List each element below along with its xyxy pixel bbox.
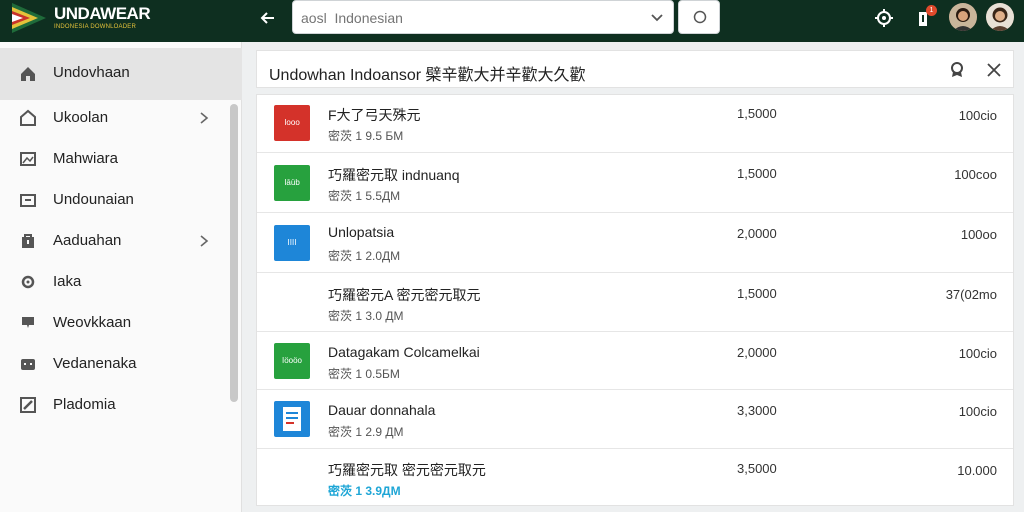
panel-title: Undowhan Indoansor 檗辛歡大并辛歡大久歡 (269, 67, 586, 84)
sidebar-item-label: Undovhaan (53, 64, 130, 81)
search-input[interactable] (301, 8, 631, 28)
sidebar-item-4[interactable]: Aaduahan (0, 221, 230, 261)
sidebar-item-7[interactable]: Vedanenaka (0, 344, 230, 384)
back-button[interactable] (254, 6, 282, 30)
file-percent: 10.000 (957, 463, 997, 478)
file-value: 3,5000 (737, 461, 777, 476)
sidebar-item-label: Weovkkaan (53, 314, 132, 331)
sidebar-item-6[interactable]: Weovkkaan (0, 303, 230, 343)
bag-icon (22, 234, 34, 248)
sidebar-item-label: Aaduahan (53, 232, 122, 249)
avatar[interactable] (949, 3, 977, 31)
chevron-right-icon (200, 112, 209, 124)
edit-icon (20, 397, 36, 413)
list-item[interactable]: IIII Unlopatsia 密茨 1 2.0ДM 2,0000 100oo (257, 213, 1013, 273)
file-name: 巧羅密元A 密元密元取元 (328, 287, 481, 303)
search-box[interactable] (292, 0, 674, 34)
list-item[interactable]: 巧羅密元A 密元密元取元 密茨 1 3.0 ДM 1,5000 37(02mo (257, 273, 1013, 332)
gear-icon (21, 275, 35, 289)
sidebar-item-label: Undounaian (53, 191, 134, 208)
file-value: 1,5000 (737, 166, 777, 181)
download-list: Iooo F大了弓天殊元 密茨 1 9.5 БM 1,5000 100cio I… (256, 94, 1014, 506)
file-size: 密茨 1 5.5ДM (328, 189, 401, 203)
list-item[interactable]: Iāüb 巧羅密元取 indnuanq 密茨 1 5.5ДM 1,5000 10… (257, 153, 1013, 213)
search-button[interactable] (678, 0, 720, 34)
file-name: Unlopatsia (328, 224, 395, 240)
close-icon[interactable] (984, 60, 1004, 80)
top-bar: UNDAWEAR INDONESIA DOWNLOADER 1 (0, 0, 1024, 42)
gear-icon[interactable] (872, 6, 896, 30)
sidebar-item-label: Mahwiara (53, 150, 119, 167)
home-icon (21, 67, 35, 81)
panel-header: Undowhan Indoansor 檗辛歡大并辛歡大久歡 (256, 50, 1014, 88)
sidebar-item-0[interactable]: Undovhaan (0, 48, 242, 100)
image-icon (20, 152, 36, 166)
file-percent: 100oo (960, 227, 997, 242)
file-size: 密茨 1 9.5 БM (328, 129, 404, 143)
user-avatar-icon (949, 3, 977, 31)
file-name: 巧羅密元取 密元密元取元 (328, 462, 486, 478)
chevron-down-icon[interactable] (649, 9, 665, 25)
file-value: 1,5000 (737, 106, 777, 121)
sidebar-item-label: Ukoolan (53, 109, 109, 126)
list-item[interactable]: Dauar donnahala 密茨 1 2.9 ДM 3,3000 100ci… (257, 390, 1013, 449)
document-icon-graphic (283, 407, 301, 431)
circle-search-icon (693, 10, 707, 24)
app-logo-subtitle: INDONESIA DOWNLOADER (54, 24, 137, 30)
user-avatar-icon (986, 3, 1014, 31)
house-arrow-icon (20, 109, 36, 126)
sidebar-item-5[interactable]: Iaka (0, 262, 230, 302)
sidebar-item-1[interactable]: Ukoolan (0, 98, 230, 138)
app-logo-text: UNDAWEAR (54, 4, 151, 23)
sidebar-item-8[interactable]: Pladomia (0, 385, 230, 425)
file-name: 巧羅密元取 indnuanq (328, 167, 460, 183)
archive-icon (21, 359, 35, 370)
file-size: 密茨 1 2.9 ДM (328, 425, 404, 439)
file-thumbnail: IIII (274, 225, 310, 261)
file-thumbnail: Iooo (274, 105, 310, 141)
file-size: 密茨 1 3.0 ДM (328, 309, 404, 323)
file-percent: 100соо (954, 167, 997, 182)
avatar-secondary[interactable] (986, 3, 1014, 31)
file-size: 密茨 1 3.9ДM (328, 484, 401, 498)
list-item[interactable]: Iöoöo Datagakam Colcamelkai 密茨 1 0.5БM 2… (257, 332, 1013, 390)
document-icon (274, 401, 310, 437)
arrow-left-icon (260, 12, 274, 24)
sidebar-item-label: Pladomia (53, 396, 116, 413)
file-name: Datagakam Colcamelkai (328, 344, 480, 360)
filter-badge-icon[interactable] (947, 60, 967, 80)
sidebar-item-3[interactable]: Undounaian (0, 180, 230, 220)
file-name: Dauar donnahala (328, 402, 436, 418)
file-size: 密茨 1 0.5БM (328, 367, 400, 381)
file-size: 密茨 1 2.0ДM (328, 249, 401, 263)
app-logo (12, 3, 46, 33)
file-percent: 100cio (958, 346, 997, 361)
file-value: 3,3000 (737, 403, 777, 418)
notification-badge: 1 (926, 5, 937, 16)
file-thumbnail: Iöoöo (274, 343, 310, 379)
file-value: 1,5000 (737, 286, 777, 301)
file-thumbnail: Iāüb (274, 165, 310, 201)
sidebar-item-label: Iaka (53, 273, 82, 290)
file-value: 2,0000 (737, 345, 777, 360)
file-name: F大了弓天殊元 (328, 107, 421, 123)
file-percent: 100cio (958, 404, 997, 419)
folder-icon (20, 194, 36, 207)
sidebar-scrollbar[interactable] (230, 104, 238, 402)
download-icon (22, 317, 34, 328)
list-item[interactable]: 巧羅密元取 密元密元取元 密茨 1 3.9ДM 3,5000 10.000 (257, 449, 1013, 505)
sidebar-item-2[interactable]: Mahwiara (0, 139, 230, 179)
sidebar: Undovhaan Ukoolan Mahwiara Undounaian Aa… (0, 42, 242, 512)
file-percent: 37(02mo (945, 287, 997, 302)
sidebar-item-label: Vedanenaka (53, 355, 137, 372)
file-value: 2,0000 (737, 226, 777, 241)
list-item[interactable]: Iooo F大了弓天殊元 密茨 1 9.5 БM 1,5000 100cio (257, 95, 1013, 153)
chevron-right-icon (200, 235, 209, 247)
file-percent: 100cio (958, 108, 997, 123)
